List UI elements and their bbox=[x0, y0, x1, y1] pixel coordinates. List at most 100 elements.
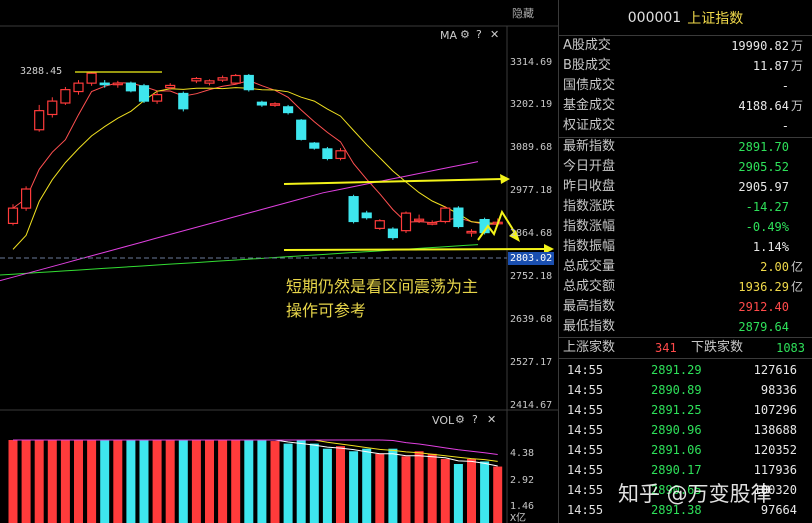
volume-bar bbox=[349, 451, 359, 523]
stat-label: B股成交 bbox=[563, 58, 611, 73]
rise-count-label: 上涨家数 bbox=[563, 340, 616, 355]
trade-row: 14:55 2891.06 120352 bbox=[559, 440, 812, 460]
volume-bar bbox=[178, 440, 188, 523]
candle[interactable] bbox=[47, 100, 58, 116]
volume-bar bbox=[493, 466, 503, 523]
candle[interactable] bbox=[191, 77, 202, 82]
candle[interactable] bbox=[217, 77, 228, 81]
stat-row: 总成交量 2.00 亿 bbox=[559, 257, 805, 277]
price-axis-label: 2414.67 bbox=[510, 400, 553, 411]
candle[interactable] bbox=[374, 220, 385, 229]
stat-unit: 亿 bbox=[790, 260, 803, 274]
vol-help-icon[interactable]: ? bbox=[472, 414, 478, 426]
candle[interactable] bbox=[34, 110, 45, 131]
candle[interactable] bbox=[427, 222, 438, 225]
trade-price: 2890.96 bbox=[651, 423, 702, 437]
hide-panel-button[interactable]: 隐藏 bbox=[512, 7, 534, 21]
stat-unit: 万 bbox=[790, 39, 803, 53]
volume-bar bbox=[480, 461, 490, 523]
candle[interactable] bbox=[361, 212, 372, 219]
kline-chart-svg[interactable] bbox=[0, 0, 558, 523]
stat-value: 4188.64 bbox=[738, 99, 789, 113]
stat-label: A股成交 bbox=[563, 38, 611, 53]
volume-bar bbox=[414, 451, 424, 523]
stat-label: 总成交额 bbox=[563, 279, 616, 294]
candle[interactable] bbox=[178, 92, 189, 110]
trade-time: 14:55 bbox=[567, 503, 604, 517]
stat-value: 2.00 bbox=[760, 260, 789, 274]
trade-vol: 98336 bbox=[760, 383, 797, 397]
candle[interactable] bbox=[453, 207, 464, 228]
ma-close-icon[interactable]: ✕ bbox=[490, 29, 499, 41]
volume-bar bbox=[231, 440, 241, 523]
peak-price-label: 3288.45 bbox=[20, 66, 63, 77]
stat-label: 权证成交 bbox=[563, 118, 616, 133]
fall-count-value: 1083 bbox=[776, 341, 805, 355]
candle[interactable] bbox=[21, 188, 32, 209]
volume-bar bbox=[309, 443, 319, 523]
candle[interactable] bbox=[243, 74, 254, 91]
candle[interactable] bbox=[440, 207, 451, 223]
volume-bar bbox=[440, 458, 450, 523]
stat-unit: 万 bbox=[790, 99, 803, 113]
stat-row: 国债成交 - bbox=[559, 76, 805, 96]
stat-label: 基金成交 bbox=[563, 98, 616, 113]
candle[interactable] bbox=[309, 142, 320, 149]
candle[interactable] bbox=[112, 82, 123, 86]
trade-vol: 120352 bbox=[753, 443, 797, 457]
volume-bar bbox=[322, 448, 332, 523]
candle[interactable] bbox=[348, 196, 359, 223]
candle[interactable] bbox=[230, 74, 241, 84]
vol-indicator-label[interactable]: VOL bbox=[432, 415, 454, 427]
stat-row: 权证成交 - bbox=[559, 116, 805, 136]
candle[interactable] bbox=[204, 80, 215, 84]
stat-label: 指数振幅 bbox=[563, 239, 616, 254]
candle[interactable] bbox=[256, 101, 267, 106]
vol-axis-label-3: 1.46 bbox=[510, 501, 535, 512]
stat-label: 最新指数 bbox=[563, 139, 616, 154]
candle[interactable] bbox=[125, 82, 137, 92]
candle[interactable] bbox=[60, 89, 71, 104]
candle[interactable] bbox=[296, 119, 307, 140]
volume-bar bbox=[191, 440, 201, 523]
candle[interactable] bbox=[165, 84, 176, 89]
stat-row: 最高指数 2912.40 bbox=[559, 297, 805, 317]
candle[interactable] bbox=[86, 72, 97, 84]
ma-settings-gear-icon[interactable]: ⚙ bbox=[460, 29, 470, 41]
vol-close-icon[interactable]: ✕ bbox=[487, 414, 496, 426]
watermark: 知乎 @万变股律 bbox=[618, 482, 772, 506]
candle[interactable] bbox=[73, 82, 84, 93]
volume-bar bbox=[362, 448, 372, 523]
stat-value: 1.14% bbox=[752, 240, 789, 254]
advance-decline-row: 上涨家数 341 下跌家数 1083 bbox=[559, 338, 812, 358]
candle[interactable] bbox=[466, 230, 477, 234]
candle[interactable] bbox=[283, 106, 294, 114]
price-axis-label: 2639.68 bbox=[510, 314, 553, 325]
candle[interactable] bbox=[335, 150, 346, 160]
stat-value: -0.49% bbox=[745, 220, 789, 234]
vol-settings-gear-icon[interactable]: ⚙ bbox=[455, 414, 465, 426]
ma-help-icon[interactable]: ? bbox=[476, 29, 482, 41]
annotation-line-2: 操作可参考 bbox=[286, 301, 367, 320]
volume-bar bbox=[467, 458, 476, 523]
resistance-arrow-head bbox=[500, 174, 510, 184]
candle[interactable] bbox=[400, 212, 412, 232]
volume-bar bbox=[47, 440, 57, 523]
volume-bar bbox=[113, 440, 123, 523]
candle[interactable] bbox=[269, 103, 281, 106]
support-arrow-line bbox=[283, 248, 547, 251]
candle[interactable] bbox=[7, 207, 19, 225]
kline-chart-area[interactable]: 3288.45 隐藏 MA ⚙ ? ✕ VOL ⚙ ? ✕ 3314.69 320… bbox=[0, 0, 558, 523]
stat-label: 指数涨幅 bbox=[563, 219, 616, 234]
stat-unit: 亿 bbox=[790, 280, 803, 294]
candle[interactable] bbox=[99, 82, 110, 86]
candle[interactable] bbox=[152, 94, 163, 102]
candle[interactable] bbox=[322, 148, 333, 160]
candle[interactable] bbox=[387, 228, 398, 239]
candle[interactable] bbox=[138, 85, 150, 102]
candle[interactable] bbox=[414, 218, 425, 222]
stat-label: 国债成交 bbox=[563, 78, 616, 93]
volume-bar bbox=[257, 440, 267, 523]
trade-row: 14:55 2890.96 138688 bbox=[559, 420, 812, 440]
ma-indicator-label[interactable]: MA bbox=[440, 30, 457, 42]
